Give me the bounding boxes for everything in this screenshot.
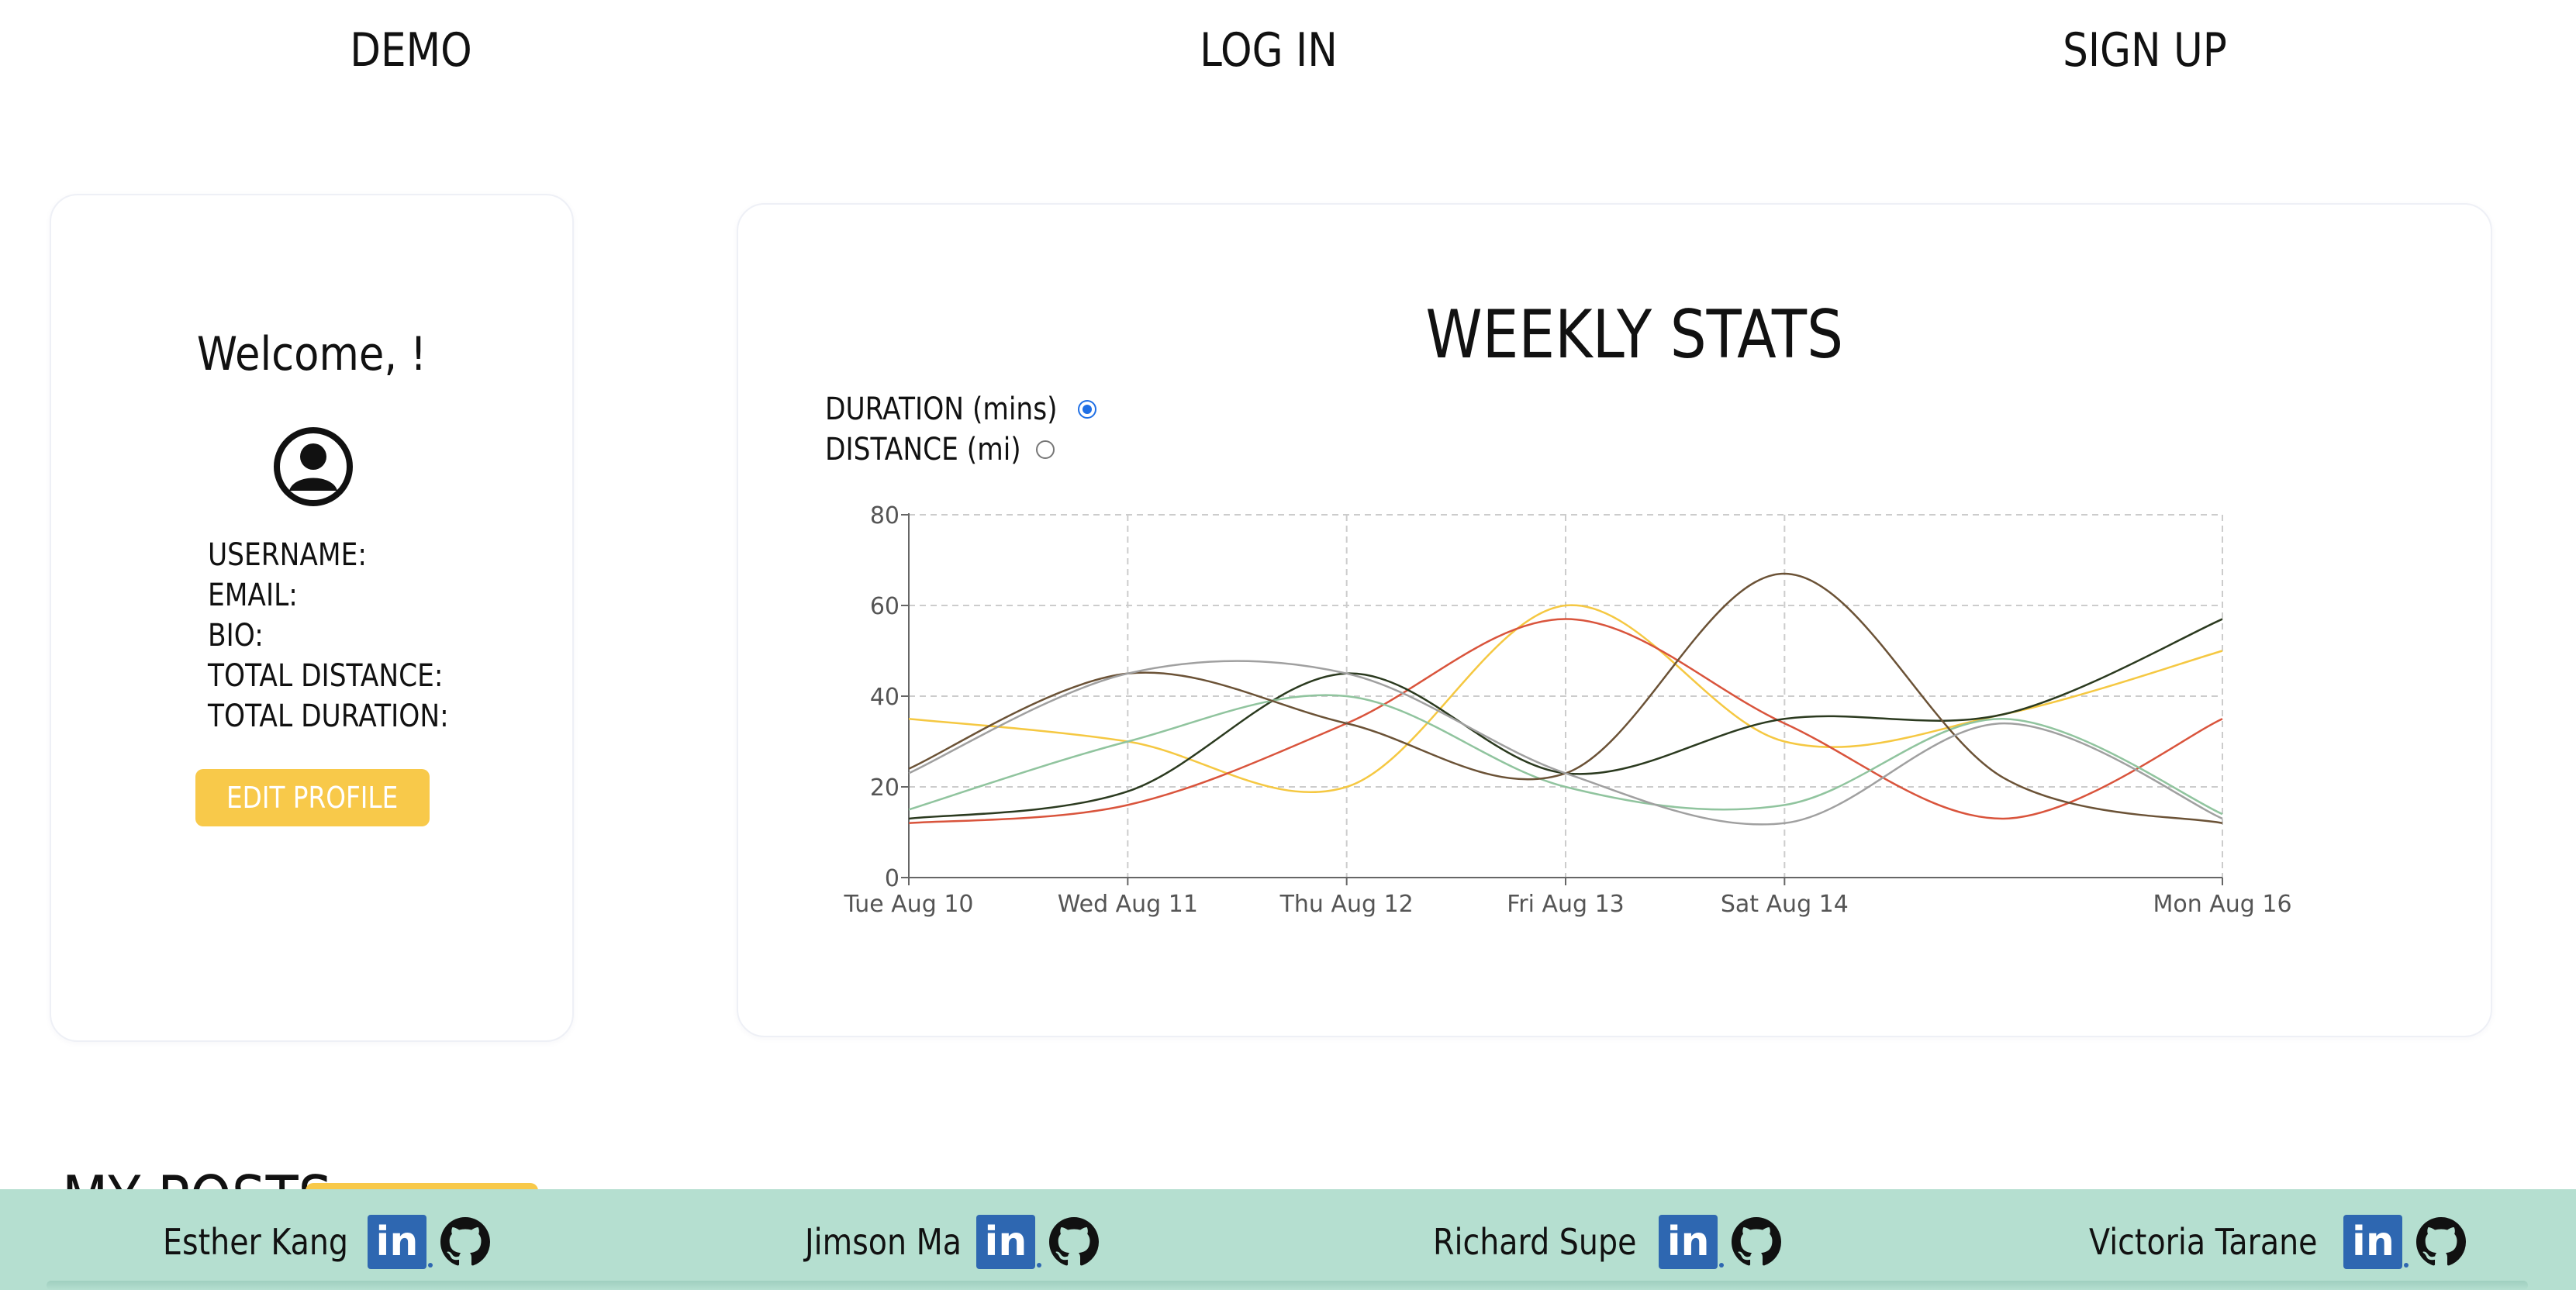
- member-name: Esther Kang: [163, 1221, 349, 1263]
- linkedin-icon[interactable]: in: [2343, 1215, 2409, 1269]
- y-tick-label: 40: [870, 684, 900, 711]
- top-nav: DEMO LOG IN SIGN UP: [0, 0, 2576, 101]
- total-distance-label: TOTAL DISTANCE:: [208, 658, 444, 694]
- github-icon[interactable]: [440, 1217, 490, 1267]
- nav-login-link[interactable]: LOG IN: [1135, 16, 1402, 85]
- team-member: Esther Kang in: [163, 1212, 490, 1271]
- x-tick-label: Tue Aug 10: [843, 891, 973, 918]
- welcome-heading: Welcome, !: [196, 327, 427, 381]
- footer-shadow: [47, 1281, 2528, 1290]
- profile-card: Welcome, ! USERNAME: EMAIL: BIO: TOTAL D…: [50, 194, 574, 1042]
- edit-profile-button[interactable]: EDIT PROFILE: [195, 769, 430, 826]
- x-tick-label: Thu Aug 12: [1279, 891, 1414, 918]
- x-tick-label: Mon Aug 16: [2153, 891, 2291, 918]
- total-duration-label: TOTAL DURATION:: [208, 698, 449, 734]
- team-member: Victoria Tarane in: [2089, 1212, 2467, 1271]
- github-icon[interactable]: [1732, 1217, 1782, 1267]
- x-tick-label: Wed Aug 11: [1058, 891, 1198, 918]
- email-label: EMAIL:: [208, 578, 298, 613]
- linkedin-icon[interactable]: in: [367, 1215, 433, 1269]
- user-circle-icon: [272, 426, 354, 508]
- weekly-stats-chart: 0 20 40 60 80 Tue Aug 10 Wed Aug 11 Thu Aug 12 F…: [843, 502, 2291, 918]
- series-line-4: [908, 572, 2223, 825]
- member-name: Victoria Tarane: [2089, 1221, 2318, 1263]
- linkedin-icon[interactable]: in: [1659, 1215, 1725, 1269]
- username-label: USERNAME:: [208, 537, 367, 573]
- nav-demo-link[interactable]: DEMO: [278, 16, 544, 85]
- member-name: Richard Supe: [1433, 1221, 1637, 1263]
- y-tick-label: 60: [870, 593, 900, 620]
- y-tick-label: 80: [870, 502, 900, 529]
- github-icon[interactable]: [2416, 1217, 2467, 1267]
- nav-signup-link[interactable]: SIGN UP: [2011, 16, 2278, 85]
- edit-profile-label: EDIT PROFILE: [226, 781, 399, 815]
- weekly-stats-card: WEEKLY STATS DURATION (mins) DISTANCE (m…: [737, 203, 2492, 1037]
- y-tick-label: 20: [870, 774, 900, 802]
- x-tick-label: Fri Aug 13: [1507, 891, 1625, 918]
- linkedin-icon[interactable]: in: [975, 1215, 1041, 1269]
- y-tick-label: 0: [885, 865, 900, 892]
- bio-label: BIO:: [208, 618, 264, 654]
- series-line-0: [908, 604, 2223, 794]
- team-member: Jimson Ma in: [805, 1212, 1099, 1271]
- member-name: Jimson Ma: [805, 1221, 962, 1263]
- team-member: Richard Supe in: [1433, 1212, 1782, 1271]
- footer: Esther Kang in Jimson Ma in Richard Supe…: [0, 1189, 2576, 1290]
- github-icon[interactable]: [1048, 1217, 1099, 1267]
- profile-fields: USERNAME: EMAIL: BIO: TOTAL DISTANCE: TO…: [208, 535, 549, 736]
- x-tick-label: Sat Aug 14: [1721, 891, 1849, 918]
